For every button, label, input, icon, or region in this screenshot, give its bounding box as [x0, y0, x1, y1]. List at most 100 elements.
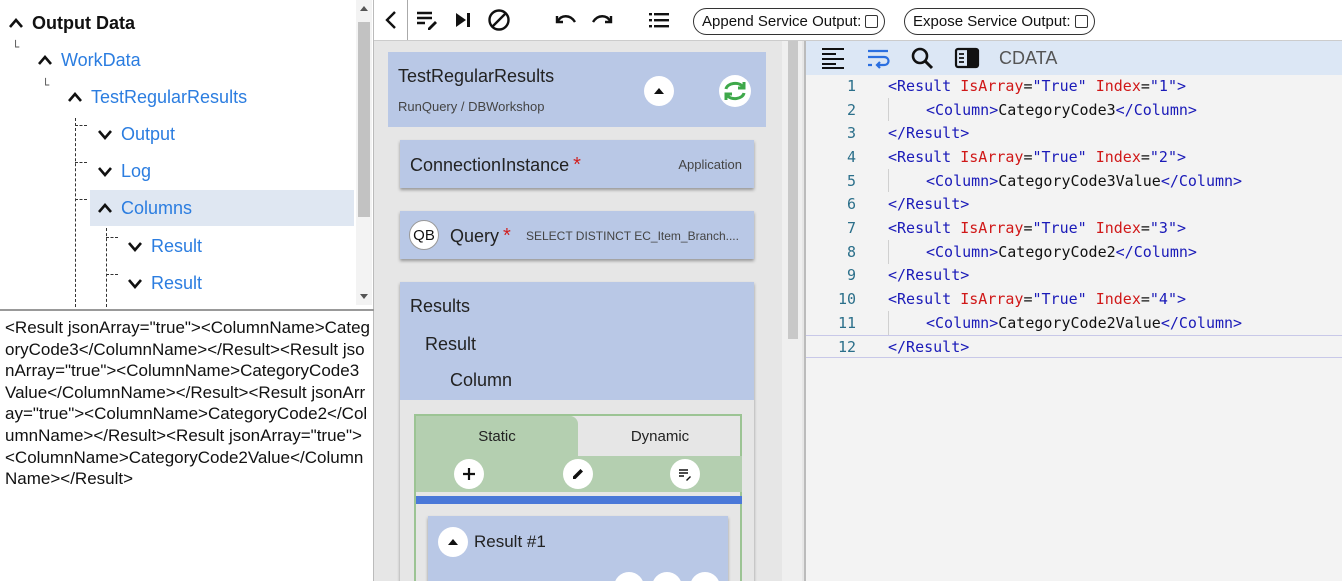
middle-scrollbar[interactable]: [782, 41, 802, 581]
code-editor[interactable]: CDATA 1 <Result IsArray="True" Index="1">…: [804, 41, 1342, 581]
pencil-icon[interactable]: [563, 459, 593, 489]
list-icon[interactable]: [647, 8, 671, 32]
cdata-button[interactable]: CDATA: [999, 48, 1057, 69]
indent-guide: [888, 97, 889, 122]
chevron-down-icon[interactable]: [95, 165, 115, 177]
code-token: =: [1023, 219, 1033, 238]
line-number: 4: [846, 147, 856, 166]
code-text: </Result>: [888, 338, 969, 356]
code-line[interactable]: 8 <Column>CategoryCode2</Column>: [806, 239, 1342, 264]
refresh-icon[interactable]: [718, 74, 752, 108]
tab-dynamic[interactable]: Dynamic: [578, 416, 742, 456]
expose-service-output-checkbox[interactable]: [1074, 15, 1088, 28]
tree-node-workdata[interactable]: WorkData: [35, 42, 141, 78]
code-token: =: [1140, 147, 1150, 166]
code-line[interactable]: 1 <Result IsArray="True" Index="1">: [806, 74, 1342, 98]
code-line[interactable]: 7 <Result IsArray="True" Index="3">: [806, 216, 1342, 240]
toolbar: Append Service Output: Expose Service Ou…: [374, 0, 1342, 41]
line-number: 1: [846, 76, 856, 95]
chevron-up-icon[interactable]: [35, 54, 55, 66]
panel-toggle-icon[interactable]: [954, 46, 980, 70]
skip-next-icon[interactable]: [451, 8, 475, 32]
code-line[interactable]: 6 </Result>: [806, 193, 1342, 217]
scroll-up-arrow-icon[interactable]: [360, 6, 368, 11]
undo-icon[interactable]: [554, 8, 578, 32]
results-card: Results Result Column Static Dynamic Res…: [400, 282, 754, 581]
code-token: <Column>: [926, 100, 999, 119]
delete-icon[interactable]: [614, 572, 644, 581]
add-icon[interactable]: [690, 572, 720, 581]
tree-node-label: Output: [121, 123, 176, 144]
code-token: <Result: [888, 76, 961, 95]
query-builder-badge[interactable]: QB: [409, 220, 439, 250]
tree-node-columns[interactable]: Columns: [90, 190, 354, 226]
block-icon[interactable]: [487, 8, 511, 32]
selection-bar: [416, 496, 742, 504]
tree-node-output[interactable]: Output: [95, 116, 175, 152]
tree-node-log[interactable]: Log: [95, 153, 151, 189]
code-token: "True": [1032, 147, 1096, 166]
chevron-down-icon[interactable]: [125, 240, 145, 252]
xml-preview-text[interactable]: <Result jsonArray="true"><ColumnName>Cat…: [0, 309, 374, 581]
copy-icon[interactable]: [652, 572, 682, 581]
code-line[interactable]: 9 </Result>: [806, 264, 1342, 288]
chevron-up-icon[interactable]: [65, 91, 85, 103]
indent-guide: [888, 239, 889, 264]
expose-service-output-toggle[interactable]: Expose Service Output:: [904, 8, 1095, 35]
code-token: "True": [1032, 76, 1096, 95]
chevron-up-icon[interactable]: [6, 17, 26, 29]
code-text: </Result>: [888, 266, 969, 284]
code-line[interactable]: 5 <Column>CategoryCode3Value</Column>: [806, 168, 1342, 193]
code-line[interactable]: 12 </Result>: [806, 334, 1342, 359]
expose-service-output-label: Expose Service Output:: [913, 13, 1071, 30]
scrollbar-thumb[interactable]: [788, 41, 798, 339]
chevron-down-icon[interactable]: [95, 128, 115, 140]
append-service-output-checkbox[interactable]: [865, 15, 879, 28]
tab-static[interactable]: Static: [416, 416, 578, 456]
code-line[interactable]: 4 <Result IsArray="True" Index="2">: [806, 145, 1342, 169]
tree-connector: └: [42, 78, 50, 92]
tree-node-result[interactable]: Result: [125, 265, 202, 301]
code-line[interactable]: 11 <Column>CategoryCode2Value</Column>: [806, 311, 1342, 335]
redo-icon[interactable]: [590, 8, 614, 32]
add-icon[interactable]: [454, 459, 484, 489]
query-field[interactable]: QB Query * SELECT DISTINCT EC_Item_Branch…: [400, 211, 754, 259]
tree-node-label: Result: [151, 272, 203, 293]
connection-instance-field[interactable]: ConnectionInstance * Application: [400, 140, 754, 188]
tree-node-label: Result: [151, 235, 203, 256]
code-token: "4">: [1149, 290, 1187, 309]
code-token: "True": [1032, 290, 1096, 309]
line-number: 7: [846, 219, 856, 238]
code-line[interactable]: 2 <Column>CategoryCode3</Column>: [806, 97, 1342, 122]
code-text: <Column>CategoryCode2Value</Column>: [926, 314, 1242, 332]
chevron-up-icon[interactable]: [95, 202, 115, 214]
tree-guide: [75, 162, 87, 163]
search-icon[interactable]: [910, 46, 936, 70]
code-line[interactable]: 10 <Result IsArray="True" Index="4">: [806, 287, 1342, 311]
edit-list-icon[interactable]: [415, 8, 439, 32]
scroll-down-arrow-icon[interactable]: [360, 294, 368, 299]
tree-node-result[interactable]: Result: [125, 228, 202, 264]
edit-list-icon[interactable]: [670, 459, 700, 489]
word-wrap-icon[interactable]: [866, 46, 892, 70]
toolbar-divider: [407, 0, 408, 40]
tree-scrollbar[interactable]: [356, 0, 372, 305]
code-text: <Result IsArray="True" Index="1">: [888, 77, 1186, 95]
tree-node-testregularresults[interactable]: TestRegularResults: [65, 79, 247, 115]
tree-node-output-data[interactable]: Output Data: [6, 5, 135, 41]
code-line[interactable]: 3 </Result>: [806, 121, 1342, 145]
code-text: <Column>CategoryCode2</Column>: [926, 243, 1197, 261]
scrollbar-thumb[interactable]: [358, 22, 370, 217]
collapse-left-icon[interactable]: [380, 8, 404, 32]
code-text: <Column>CategoryCode3</Column>: [926, 101, 1197, 119]
align-left-icon[interactable]: [820, 46, 846, 70]
code-token: <Column>: [926, 242, 999, 261]
collapse-button[interactable]: [644, 76, 674, 106]
chevron-down-icon[interactable]: [125, 277, 145, 289]
code-token: </Result>: [888, 124, 970, 143]
output-data-tree: └ └ Output Data WorkData TestRegularResu…: [0, 0, 374, 307]
tree-guide: [75, 199, 87, 200]
collapse-button[interactable]: [438, 527, 468, 557]
connection-instance-text: ConnectionInstance: [410, 155, 570, 175]
append-service-output-toggle[interactable]: Append Service Output:: [693, 8, 886, 35]
